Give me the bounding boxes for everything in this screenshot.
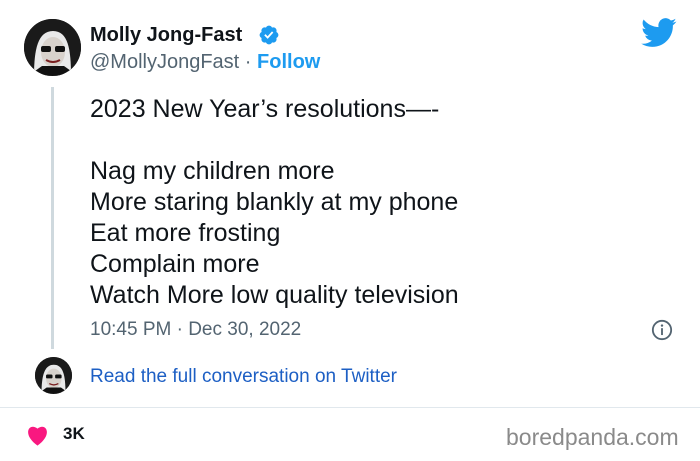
tweet-text: 2023 New Year’s resolutions—- Nag my chi… xyxy=(90,95,459,309)
tweet-timestamp[interactable]: 10:45 PM · Dec 30, 2022 xyxy=(90,317,301,343)
display-name[interactable]: Molly Jong-Fast xyxy=(90,22,242,48)
follow-button[interactable]: Follow xyxy=(257,51,320,73)
handle[interactable]: @MollyJongFast xyxy=(90,51,239,73)
author-avatar[interactable] xyxy=(24,19,81,76)
divider xyxy=(0,407,700,408)
avatar-portrait-small xyxy=(35,357,72,394)
heart-icon[interactable] xyxy=(25,424,50,446)
handle-separator: · xyxy=(239,51,258,73)
twitter-bird-icon[interactable] xyxy=(641,18,677,48)
handle-row: @MollyJongFast · Follow xyxy=(90,49,320,75)
verified-badge-icon xyxy=(259,25,279,45)
reply-avatar[interactable] xyxy=(35,357,72,394)
avatar-portrait xyxy=(24,19,81,76)
watermark: boredpanda.com xyxy=(506,424,679,450)
read-conversation-link[interactable]: Read the full conversation on Twitter xyxy=(90,365,397,389)
info-icon[interactable] xyxy=(651,319,673,341)
thread-line xyxy=(51,87,54,349)
like-count: 3K xyxy=(63,424,85,443)
